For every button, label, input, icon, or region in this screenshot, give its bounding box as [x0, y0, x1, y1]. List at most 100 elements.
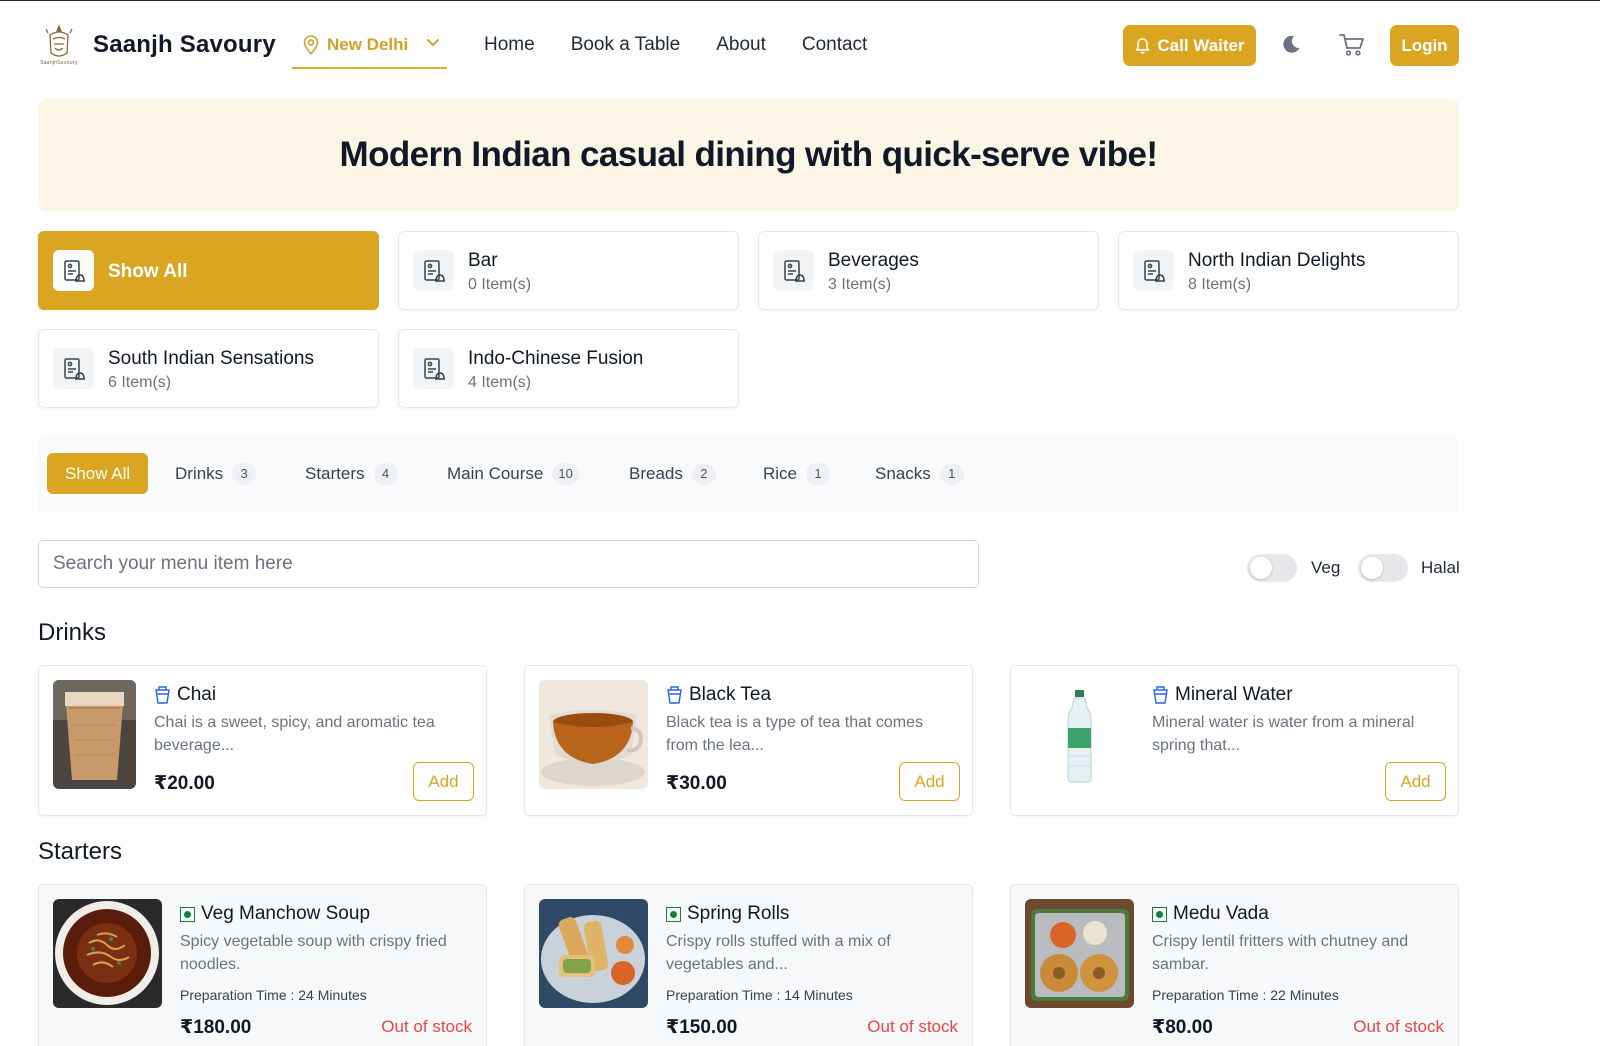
menu-board-icon: [413, 348, 454, 389]
item-description: Black tea is a type of tea that comes fr…: [666, 714, 924, 754]
menu-board-icon: [53, 348, 94, 389]
tab-label: Snacks: [875, 463, 931, 483]
course-tabs: Show All Drinks 3 Starters 4 Main Course…: [38, 435, 1459, 512]
tab-count-badge: 1: [806, 462, 831, 485]
category-card-bar[interactable]: Bar 0 Item(s): [398, 231, 739, 310]
item-description: Spicy vegetable soup with crispy fried n…: [180, 933, 447, 973]
menu-item-card-medu-vada[interactable]: Medu Vada Crispy lentil fritters with ch…: [1010, 884, 1459, 1046]
out-of-stock-label: Out of stock: [1353, 1017, 1444, 1036]
category-item-count: 4 Item(s): [468, 374, 532, 391]
dark-mode-moon-icon[interactable]: [1280, 33, 1302, 55]
menu-board-icon: [413, 250, 454, 291]
item-name-row: Chai: [154, 684, 216, 706]
tab-starters[interactable]: Starters 4: [305, 453, 398, 494]
map-pin-icon: [303, 35, 319, 55]
logo-wordmark: SaanjhSavoury: [40, 60, 78, 66]
menu-item-card-spring-rolls[interactable]: Spring Rolls Crispy rolls stuffed with a…: [524, 884, 973, 1046]
out-of-stock-label: Out of stock: [867, 1017, 958, 1036]
nav-book-table-link[interactable]: Book a Table: [571, 34, 681, 56]
item-prep-time: Preparation Time : 24 Minutes: [180, 987, 367, 1003]
medu-vada-image: [1025, 899, 1134, 1008]
tab-count-badge: 10: [552, 462, 579, 485]
category-name: North Indian Delights: [1188, 250, 1366, 271]
category-name: Indo-Chinese Fusion: [468, 348, 644, 369]
chevron-down-icon: [427, 39, 439, 46]
item-price: ₹30.00: [666, 773, 727, 794]
item-price: ₹180.00: [180, 1017, 252, 1038]
item-name: Veg Manchow Soup: [201, 903, 371, 924]
tab-snacks[interactable]: Snacks 1: [875, 453, 964, 494]
tab-drinks[interactable]: Drinks 3: [175, 453, 257, 494]
item-name-row: Black Tea: [666, 684, 771, 706]
category-card-beverages[interactable]: Beverages 3 Item(s): [758, 231, 1099, 310]
tab-count-badge: 1: [939, 462, 964, 485]
menu-item-card-chai[interactable]: Chai Chai is a sweet, spicy, and aromati…: [38, 665, 487, 816]
halal-toggle[interactable]: [1358, 554, 1408, 582]
tab-label: Show All: [65, 463, 131, 483]
category-name: Show All: [108, 261, 188, 282]
category-name: Bar: [468, 250, 498, 271]
item-description: Mineral water is water from a mineral sp…: [1152, 714, 1415, 754]
section-title-starters: Starters: [38, 838, 123, 865]
hero-title: Modern Indian casual dining with quick-s…: [339, 135, 1159, 174]
menu-search-input[interactable]: [38, 540, 979, 588]
location-selector[interactable]: New Delhi: [292, 27, 447, 69]
item-price: ₹150.00: [666, 1017, 738, 1038]
out-of-stock-label: Out of stock: [381, 1017, 472, 1036]
tab-main-course[interactable]: Main Course 10: [447, 453, 579, 494]
menu-item-card-mineral-water[interactable]: Mineral Water Mineral water is water fro…: [1010, 665, 1459, 816]
cart-icon[interactable]: [1338, 32, 1366, 58]
chai-image: [53, 680, 136, 789]
tab-label: Starters: [305, 463, 365, 483]
nav-contact-link[interactable]: Contact: [802, 34, 867, 56]
tab-count-badge: 4: [373, 462, 398, 485]
item-name: Black Tea: [689, 684, 772, 705]
nav-about-link[interactable]: About: [716, 34, 766, 56]
nav-home-link[interactable]: Home: [484, 34, 535, 56]
brand-logo-icon[interactable]: SaanjhSavoury: [38, 23, 80, 67]
toggle-knob: [1250, 557, 1272, 579]
item-name-row: Medu Vada: [1152, 903, 1269, 925]
spring-rolls-image: [539, 899, 648, 1008]
brand-name[interactable]: Saanjh Savoury: [93, 31, 276, 59]
login-button[interactable]: Login: [1390, 25, 1459, 66]
add-to-cart-button[interactable]: Add: [413, 762, 474, 801]
main-nav: Home Book a Table About Contact: [484, 34, 903, 56]
cup-icon: [155, 686, 170, 704]
category-item-count: 8 Item(s): [1188, 276, 1252, 293]
black-tea-image: [539, 680, 648, 789]
item-name: Mineral Water: [1175, 684, 1293, 705]
item-name: Chai: [177, 684, 217, 705]
halal-label: Halal: [1421, 558, 1460, 577]
add-to-cart-button[interactable]: Add: [1385, 762, 1446, 801]
tab-breads[interactable]: Breads 2: [629, 453, 716, 494]
tab-rice[interactable]: Rice 1: [763, 453, 831, 494]
menu-board-icon: [773, 250, 814, 291]
menu-item-card-veg-manchow-soup[interactable]: Veg Manchow Soup Spicy vegetable soup wi…: [38, 884, 487, 1046]
category-card-indo-chinese[interactable]: Indo-Chinese Fusion 4 Item(s): [398, 329, 739, 408]
top-navbar: SaanjhSavoury Saanjh Savoury New Delhi H…: [0, 1, 1600, 89]
veg-mark-icon: [666, 906, 681, 922]
category-card-north-indian[interactable]: North Indian Delights 8 Item(s): [1118, 231, 1459, 310]
menu-board-icon: [1133, 250, 1174, 291]
category-item-count: 0 Item(s): [468, 276, 532, 293]
tab-show-all[interactable]: Show All: [47, 453, 149, 494]
category-name: Beverages: [828, 250, 919, 271]
item-description: Crispy lentil fritters with chutney and …: [1152, 933, 1409, 973]
tab-label: Drinks: [175, 463, 224, 483]
cup-icon: [1153, 686, 1168, 704]
item-price: ₹20.00: [154, 773, 215, 794]
menu-item-card-black-tea[interactable]: Black Tea Black tea is a type of tea tha…: [524, 665, 973, 816]
item-prep-time: Preparation Time : 22 Minutes: [1152, 987, 1339, 1003]
section-title-drinks: Drinks: [38, 619, 107, 646]
category-item-count: 3 Item(s): [828, 276, 892, 293]
category-card-south-indian[interactable]: South Indian Sensations 6 Item(s): [38, 329, 379, 408]
hero-banner: Modern Indian casual dining with quick-s…: [38, 99, 1459, 211]
veg-toggle[interactable]: [1247, 554, 1297, 582]
toggle-knob: [1361, 557, 1383, 579]
add-to-cart-button[interactable]: Add: [899, 762, 960, 801]
category-card-show-all[interactable]: Show All: [38, 231, 379, 310]
tab-count-badge: 3: [232, 462, 257, 485]
call-waiter-button[interactable]: Call Waiter: [1123, 25, 1256, 66]
item-description: Chai is a sweet, spicy, and aromatic tea…: [154, 714, 435, 754]
